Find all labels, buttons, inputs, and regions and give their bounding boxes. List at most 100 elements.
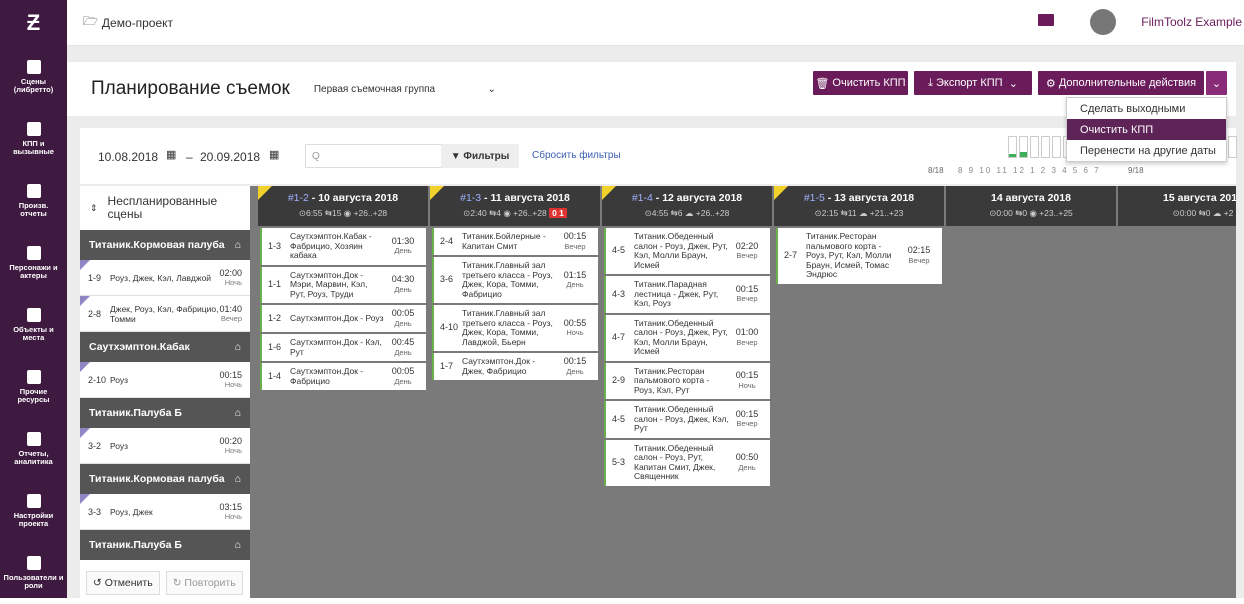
scene-card[interactable]: 3-3Роуз, Джек03:15Ночь [80, 494, 250, 530]
day-header[interactable]: #1-2 - 10 августа 2018⊙6:55 ⇆15 ◉ +26..+… [258, 186, 428, 226]
scene-number: 2-4 [440, 237, 462, 247]
calendar-icon[interactable]: ▦ [166, 148, 176, 161]
filters-button[interactable]: ▼ Фильтры [441, 144, 519, 168]
more-actions-button[interactable]: ⚙ Дополнительные действия [1038, 71, 1204, 95]
scene-title: Титаник.Главный зал третьего класса - Ро… [462, 261, 557, 299]
top-bar: 🗁 Демо-проект FilmToolz Example [67, 0, 1244, 46]
mini-day-bar[interactable] [1228, 136, 1237, 158]
schedule-board: ⇕ Неспланированные сцены Титаник.Кормова… [80, 186, 1236, 598]
scene-duration: 00:15Вечер [729, 285, 765, 304]
scene-card[interactable]: 1-9Роуз, Джек, Кэл, Лавджой02:00Ночь [80, 260, 250, 296]
scene-number: 3-2 [88, 441, 110, 451]
day-header[interactable]: #1-5 - 13 августа 2018⊙2:15 ⇆11 ☁ +21..+… [774, 186, 944, 226]
scene-card[interactable]: 2-9Титаник.Ресторан пальмового корта - Р… [604, 363, 770, 400]
menu-item-clear-kpp[interactable]: Очистить КПП [1067, 119, 1226, 140]
scene-duration: 00:50День [729, 453, 765, 472]
scene-card[interactable]: 4-10Титаник.Главный зал третьего класса … [432, 305, 598, 351]
day-marker [430, 186, 444, 200]
scene-card[interactable]: 4-3Титаник.Парадная лестница - Джек, Рут… [604, 276, 770, 313]
export-kpp-button[interactable]: ⤓ Экспорт КПП ⌄ [914, 71, 1032, 95]
scene-card[interactable]: 1-3Саутхэмптон.Кабак - Фабрицио, Хозяин … [260, 228, 426, 265]
mini-days-label: 8 9 10 11 12 1 2 3 4 5 6 7 [958, 166, 1101, 175]
sidebar-item[interactable]: Объекты и места [0, 294, 67, 356]
clear-kpp-button[interactable]: 🗑 Очистить КПП [813, 71, 908, 95]
scene-marker [80, 296, 90, 306]
scene-group-header[interactable]: Титаник.Кормовая палуба⌂ [80, 464, 250, 494]
scene-card[interactable]: 1-2Саутхэмптон.Док - Роуз00:05День [260, 305, 426, 332]
user-name[interactable]: FilmToolz Example [1141, 15, 1242, 29]
scene-group-header[interactable]: Титаник.Палуба Б⌂ [80, 398, 250, 428]
date-from[interactable]: 10.08.2018 [98, 150, 158, 164]
undo-bar: ↺ Отменить ↻ Повторить [80, 568, 250, 598]
sidebar-item[interactable]: Сцены (либретто) [0, 46, 67, 108]
sidebar-item[interactable]: Прочие ресурсы [0, 356, 67, 418]
scene-number: 4-3 [612, 290, 634, 300]
day-date: 15 августа 2018 [1163, 192, 1236, 204]
menu-item-make-weekend[interactable]: Сделать выходными [1067, 98, 1226, 119]
unit-select[interactable]: Первая съемочная группа⌄ [314, 84, 496, 95]
scene-duration: 02:00Ночь [219, 268, 242, 287]
location-icon: ⌂ [235, 341, 241, 353]
mini-day-bar[interactable] [1041, 136, 1050, 158]
scene-card[interactable]: 4-5Титаник.Обеденный салон - Роуз, Джек,… [604, 228, 770, 274]
menu-item-move-dates[interactable]: Перенести на другие даты [1067, 140, 1226, 161]
date-to[interactable]: 20.09.2018 [200, 150, 260, 164]
calendar-icon[interactable]: ▦ [269, 148, 279, 161]
scene-group-header[interactable]: Титаник.Палуба Б⌂ [80, 530, 250, 560]
scene-duration: 00:15День [557, 357, 593, 376]
day-header[interactable]: 14 августа 2018⊙0:00 ⇆0 ◉ +23..+25 [946, 186, 1116, 226]
sidebar-item[interactable]: Пользователи и роли [0, 542, 67, 604]
project-name[interactable]: Демо-проект [102, 16, 173, 30]
scene-card[interactable]: 1-7Саутхэмптон.Док - Джек, Фабрицио00:15… [432, 353, 598, 380]
location-icon: ⌂ [235, 239, 241, 251]
scene-group-header[interactable]: Титаник.Кормовая палуба ⌂ [80, 230, 250, 260]
scene-card[interactable]: 4-5Титаник.Обеденный салон - Роуз, Джек,… [604, 401, 770, 438]
scene-card[interactable]: 4-7Титаник.Обеденный салон - Роуз, Джек,… [604, 315, 770, 361]
scene-card[interactable]: 3-2Роуз00:20Ночь [80, 428, 250, 464]
scene-number: 1-7 [440, 362, 462, 372]
scene-card[interactable]: 2-4Титаник.Бойлерные - Капитан Смит00:15… [432, 228, 598, 255]
day-header[interactable]: 15 августа 2018⊙0:00 ⇆0 ☁ +2 [1118, 186, 1236, 226]
day-header[interactable]: #1-3 - 11 августа 2018⊙2:40 ⇆4 ◉ +26..+2… [430, 186, 600, 226]
scene-title: Титаник.Ресторан пальмового корта - Роуз… [806, 232, 901, 280]
unplanned-header: ⇕ Неспланированные сцены [80, 186, 250, 230]
scene-card[interactable]: 1-1Саутхэмптон.Док - Мэри, Марвин, Кэл, … [260, 267, 426, 304]
scene-card[interactable]: 2-8Джек, Роуз, Кэл, Фабрицио, Томми01:40… [80, 296, 250, 332]
mini-day-bar[interactable] [1030, 136, 1039, 158]
sidebar-item[interactable]: Отчеты, аналитика [0, 418, 67, 480]
day-info: ⊙2:40 ⇆4 ◉ +26..+28 [463, 208, 547, 218]
scene-duration: 01:30День [385, 237, 421, 256]
scene-card[interactable]: 2-10Роуз00:15Ночь [80, 362, 250, 398]
scene-marker [80, 362, 90, 372]
sidebar-item[interactable]: КПП и вызывные [0, 108, 67, 170]
checkbox-icon [27, 184, 41, 198]
sort-icon[interactable]: ⇕ [90, 202, 98, 215]
scene-duration: 00:15Вечер [729, 410, 765, 429]
scene-group-header[interactable]: Саутхэмптон.Кабак⌂ [80, 332, 250, 362]
scene-card[interactable]: 1-4Саутхэмптон.Док - Фабрицио00:05День [260, 363, 426, 390]
app-logo[interactable]: Ƶ [0, 0, 67, 46]
scene-card[interactable]: 1-6Саутхэмптон.Док - Кэл, Рут00:45День [260, 334, 426, 361]
more-actions-toggle[interactable]: ⌄ [1206, 71, 1227, 95]
undo-button[interactable]: ↺ Отменить [86, 571, 160, 595]
sidebar-item[interactable]: Произв. отчеты [0, 170, 67, 232]
folder-icon: 🗁 [83, 12, 98, 33]
sidebar-item-label: Отчеты, аналитика [14, 450, 52, 466]
scene-group-name: Титаник.Кормовая палуба [89, 239, 225, 251]
scene-card[interactable]: 3-6Титаник.Главный зал третьего класса -… [432, 257, 598, 303]
mail-icon[interactable] [1038, 14, 1054, 26]
day-info: ⊙2:15 ⇆11 ☁ +21..+23 [815, 208, 904, 218]
scene-card[interactable]: 5-3Титаник.Обеденный салон - Роуз, Рут, … [604, 440, 770, 486]
avatar[interactable] [1090, 9, 1116, 35]
day-header[interactable]: #1-4 - 12 августа 2018⊙4:55 ⇆6 ☁ +26..+2… [602, 186, 772, 226]
scene-duration: 04:30День [385, 275, 421, 294]
scene-card[interactable]: 2-7Титаник.Ресторан пальмового корта - Р… [776, 228, 942, 284]
redo-button[interactable]: ↻ Повторить [166, 571, 243, 595]
mini-day-bar[interactable] [1008, 136, 1017, 158]
scene-title: Титаник.Бойлерные - Капитан Смит [462, 232, 557, 251]
sidebar-item[interactable]: Персонажи и актеры [0, 232, 67, 294]
mini-day-bar[interactable] [1052, 136, 1061, 158]
sidebar-item[interactable]: Настройки проекта [0, 480, 67, 542]
mini-day-bar[interactable] [1019, 136, 1028, 158]
reset-filters-link[interactable]: Сбросить фильтры [532, 150, 621, 161]
